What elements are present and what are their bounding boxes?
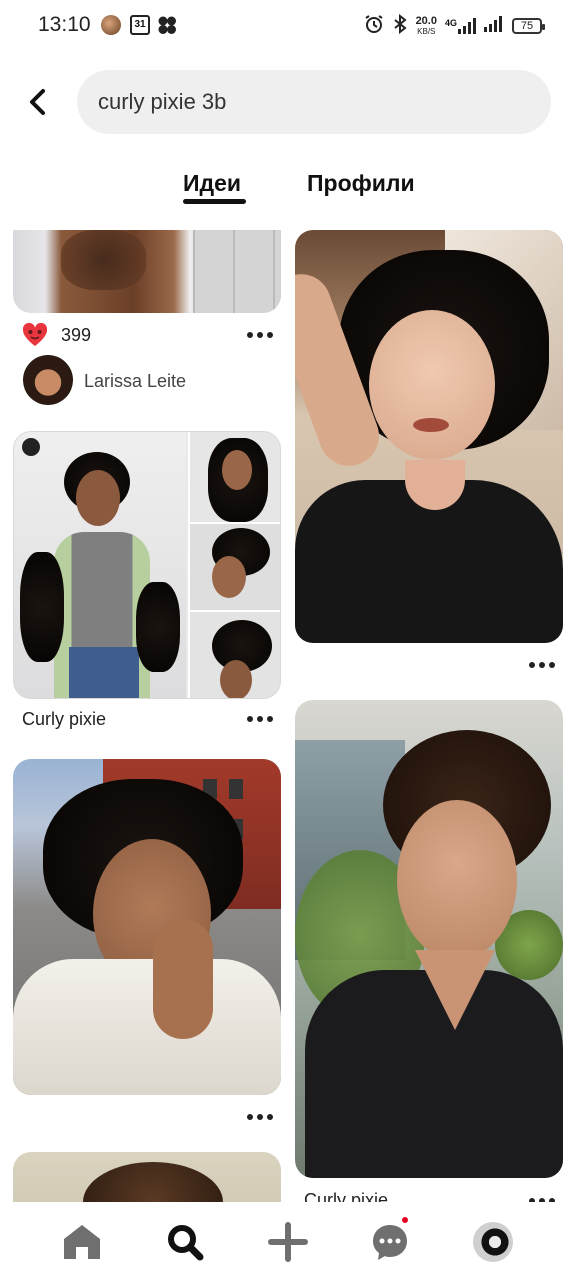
status-time: 13:10 — [38, 13, 91, 36]
back-button[interactable] — [18, 82, 58, 122]
status-bar: 13:10 31 20.0 KB/S 4G 75 — [0, 0, 576, 52]
notification-dot — [400, 1215, 410, 1225]
bluetooth-icon — [392, 13, 408, 39]
author-name[interactable]: Larissa Leite — [84, 371, 186, 392]
signal-4g-icon: 4G — [445, 18, 476, 34]
more-options-button[interactable] — [247, 329, 273, 341]
pin-image[interactable] — [295, 700, 563, 1178]
notification-avatar-icon — [101, 15, 121, 35]
more-options-button[interactable] — [247, 713, 273, 725]
back-arrow-icon — [30, 89, 45, 115]
pin-image[interactable] — [13, 431, 281, 699]
nav-create[interactable] — [266, 1220, 310, 1264]
home-icon — [64, 1225, 100, 1259]
pin-image[interactable] — [13, 759, 281, 1095]
nav-search[interactable] — [163, 1220, 207, 1264]
reaction-count: 399 — [61, 325, 92, 345]
network-speed: 20.0 KB/S — [415, 14, 437, 36]
logo-icon — [22, 438, 40, 456]
search-query-text: curly pixie 3b — [98, 89, 227, 114]
search-input[interactable]: curly pixie 3b — [77, 70, 551, 134]
pin-image[interactable] — [13, 230, 281, 313]
more-options-button[interactable] — [247, 1111, 273, 1123]
active-tab-indicator — [183, 199, 246, 204]
messages-icon — [373, 1225, 407, 1260]
app-notification-icon — [157, 15, 177, 35]
tab-profiles[interactable]: Профили — [307, 170, 415, 197]
nav-home[interactable] — [60, 1220, 104, 1264]
alarm-icon — [364, 14, 384, 39]
pin-image[interactable] — [295, 230, 563, 643]
more-options-button[interactable] — [529, 659, 555, 671]
nav-profile[interactable] — [471, 1220, 515, 1264]
avatar[interactable] — [23, 355, 73, 405]
more-options-button[interactable] — [529, 1195, 555, 1202]
create-icon — [268, 1222, 308, 1262]
bottom-navigation — [0, 1202, 576, 1280]
profile-avatar — [473, 1222, 513, 1262]
search-icon — [168, 1225, 204, 1261]
tab-ideas[interactable]: Идеи — [183, 170, 241, 197]
signal-strength-icon — [484, 15, 504, 37]
pin-feed[interactable]: 399 Larissa Leite Curly pixie Curly pixi… — [0, 230, 576, 1202]
pin-title[interactable]: Curly pixie — [304, 1190, 388, 1202]
pin-image[interactable] — [13, 1152, 281, 1202]
pin-title[interactable]: Curly pixie — [22, 709, 106, 730]
nav-messages[interactable] — [368, 1215, 412, 1264]
heart-eyes-emoji-icon — [22, 322, 48, 348]
battery-indicator: 75 — [512, 18, 545, 34]
calendar-icon: 31 — [130, 15, 150, 35]
